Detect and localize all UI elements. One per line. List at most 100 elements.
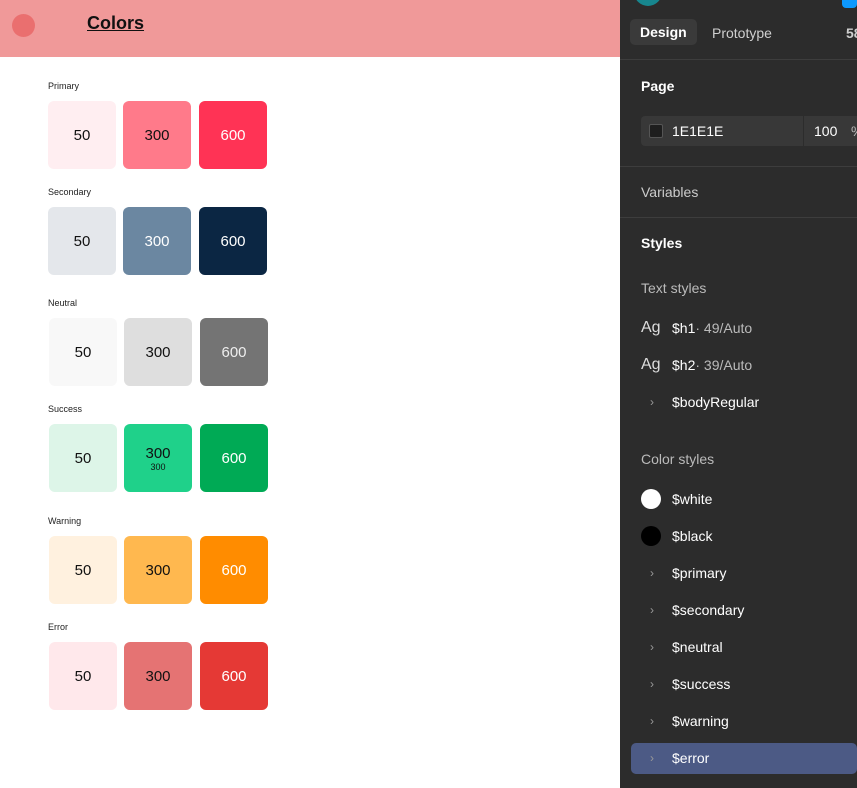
swatch-label: 50 <box>74 667 92 685</box>
chevron-right-icon[interactable]: › <box>641 566 672 580</box>
color-style-name: $white <box>672 491 713 507</box>
design-panel: Design Prototype 58 Page 1E1E1E 100 % Va… <box>620 0 857 788</box>
text-style-h2[interactable]: Ag $h2 · 39/Auto <box>641 354 752 376</box>
background-opacity-field[interactable]: 100 <box>814 123 837 139</box>
color-swatch[interactable]: 600 <box>200 424 268 492</box>
chevron-right-icon[interactable]: › <box>641 640 672 654</box>
color-swatch[interactable]: 600 <box>200 536 268 604</box>
swatch-label: 300 <box>145 561 171 579</box>
color-swatch[interactable]: 50 <box>49 318 117 386</box>
page-title: Colors <box>87 13 145 33</box>
text-styles-title: Text styles <box>641 280 707 296</box>
color-swatch[interactable]: 50 <box>49 536 117 604</box>
color-swatch[interactable]: 50 <box>49 424 117 492</box>
color-style-black[interactable]: $black <box>641 525 712 547</box>
swatch-label: 300 <box>145 667 171 685</box>
color-swatch[interactable]: 50 <box>48 101 116 169</box>
page-section-title: Page <box>641 78 675 94</box>
color-swatch[interactable]: 300 <box>124 318 192 386</box>
design-canvas[interactable]: Colors Primary 50 300 600 Secondary 50 300 600 N… <box>0 0 620 788</box>
color-style-group-name: $primary <box>672 565 727 581</box>
color-swatch[interactable]: 50 <box>49 642 117 710</box>
color-group-label: Success <box>48 404 83 414</box>
color-style-group[interactable]: › $primary <box>641 562 726 584</box>
color-swatch[interactable]: 300 <box>123 207 191 275</box>
swatch-label: 50 <box>74 343 92 361</box>
text-style-meta: · 39/Auto <box>695 357 753 373</box>
color-swatch-icon <box>641 489 661 509</box>
text-style-h1[interactable]: Ag $h1 · 49/Auto <box>641 317 752 339</box>
swatch-label: 600 <box>221 561 247 579</box>
chevron-right-icon[interactable]: › <box>641 751 672 765</box>
color-group-label: Secondary <box>48 187 92 197</box>
color-swatch[interactable]: 600 <box>200 318 268 386</box>
color-style-group[interactable]: › $secondary <box>641 599 744 621</box>
text-style-name: $h2 <box>672 357 696 373</box>
color-group-label: Primary <box>48 81 79 91</box>
color-swatch[interactable]: 50 <box>48 207 116 275</box>
color-style-group-name: $warning <box>672 713 729 729</box>
color-style-group-name: $neutral <box>672 639 723 655</box>
styles-section-title: Styles <box>641 235 683 251</box>
swatch-label: 300 <box>145 343 171 361</box>
color-style-group[interactable]: › $error <box>641 747 709 769</box>
color-style-group-name: $success <box>672 676 731 692</box>
swatch-label: 600 <box>221 343 247 361</box>
background-color-swatch[interactable] <box>649 124 663 138</box>
swatch-sublabel: 300 <box>150 461 166 472</box>
user-avatar[interactable] <box>634 0 662 6</box>
chevron-right-icon[interactable]: › <box>641 603 672 617</box>
section-divider <box>620 217 857 218</box>
swatch-label: 50 <box>73 232 91 250</box>
tab-prototype[interactable]: Prototype <box>712 25 772 41</box>
text-style-icon: Ag <box>641 319 661 336</box>
page-background-row[interactable]: 1E1E1E 100 % <box>641 116 857 146</box>
swatch-label: 50 <box>74 561 92 579</box>
swatch-label: 50 <box>73 126 91 144</box>
color-group-label: Neutral <box>48 298 78 308</box>
color-swatch[interactable]: 300 <box>124 536 192 604</box>
color-swatch[interactable]: 600 <box>200 642 268 710</box>
color-swatch[interactable]: 300 <box>123 101 191 169</box>
color-group-label: Error <box>48 622 68 632</box>
zoom-level[interactable]: 58 <box>846 25 857 41</box>
swatch-label: 600 <box>221 449 247 467</box>
color-swatch-icon <box>641 526 661 546</box>
text-style-icon: Ag <box>641 356 661 373</box>
color-style-group[interactable]: › $warning <box>641 710 729 732</box>
text-style-group-bodyregular[interactable]: › $bodyRegular <box>641 391 759 413</box>
color-swatch[interactable]: 300 <box>124 642 192 710</box>
color-swatch[interactable]: 300 300 <box>124 424 192 492</box>
color-swatch[interactable]: 600 <box>199 207 267 275</box>
color-style-group[interactable]: › $neutral <box>641 636 723 658</box>
color-styles-title: Color styles <box>641 451 715 467</box>
color-group-label: Warning <box>48 516 82 526</box>
color-style-white[interactable]: $white <box>641 488 712 510</box>
chevron-right-icon[interactable]: › <box>641 395 672 409</box>
swatch-label: 600 <box>220 232 246 250</box>
section-divider <box>620 166 857 167</box>
variables-section[interactable]: Variables <box>641 184 698 200</box>
color-swatch[interactable]: 600 <box>199 101 267 169</box>
swatch-label: 300 <box>144 232 170 250</box>
swatch-label: 300 <box>145 444 171 462</box>
swatch-label: 50 <box>74 449 92 467</box>
header-dot-icon <box>12 14 35 37</box>
color-style-name: $black <box>672 528 713 544</box>
panel-tabs: Design Prototype 58 <box>620 0 857 60</box>
share-button[interactable] <box>842 0 857 8</box>
swatch-label: 600 <box>221 667 247 685</box>
tab-design[interactable]: Design <box>630 19 697 45</box>
background-hex-field[interactable]: 1E1E1E <box>672 123 723 139</box>
chevron-right-icon[interactable]: › <box>641 677 672 691</box>
text-style-meta: · 49/Auto <box>695 320 753 336</box>
field-divider <box>803 116 804 146</box>
color-style-group-name: $secondary <box>672 602 745 618</box>
color-style-group[interactable]: › $success <box>641 673 730 695</box>
frame-header: Colors <box>0 0 620 57</box>
swatch-label: 300 <box>144 126 170 144</box>
text-style-name: $h1 <box>672 320 696 336</box>
chevron-right-icon[interactable]: › <box>641 714 672 728</box>
opacity-unit: % <box>851 123 857 139</box>
color-style-group-name: $error <box>672 750 710 766</box>
